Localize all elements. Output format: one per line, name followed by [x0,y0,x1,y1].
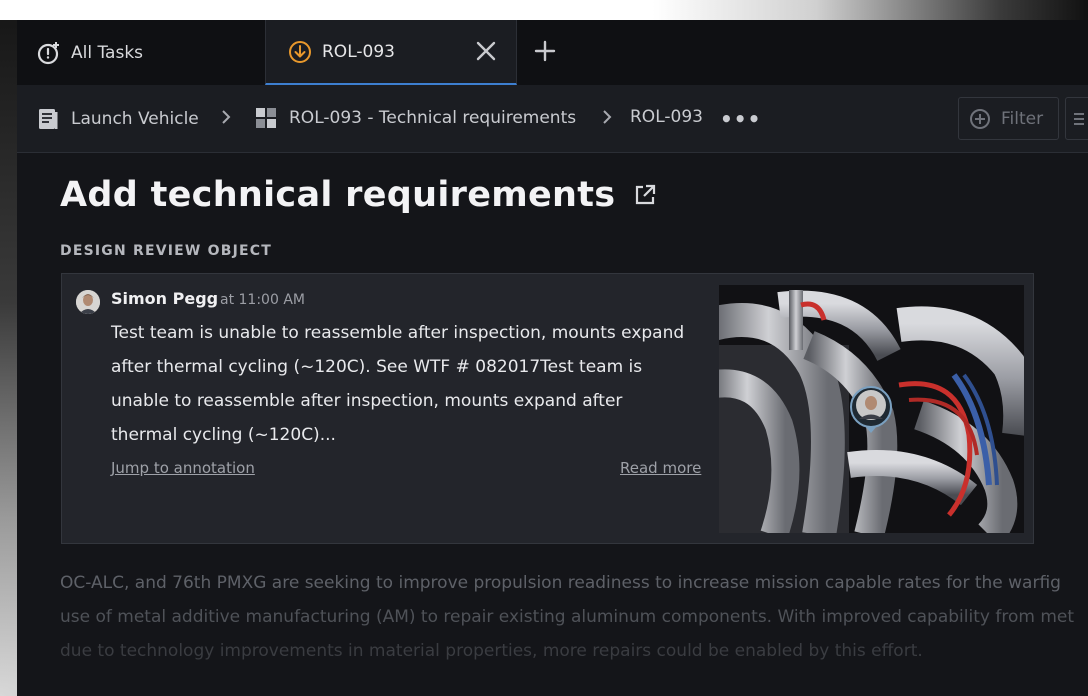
description-line: due to technology improvements in materi… [60,641,923,661]
tab-rol-093[interactable]: ROL-093 [265,20,517,85]
design-review-card: Simon Pegg at 11:00 AM Test team is unab… [61,273,1034,544]
jump-to-annotation-link[interactable]: Jump to annotation [111,459,255,477]
breadcrumb-item-technical-requirements[interactable]: ROL-093 - Technical requirements [255,107,576,129]
more-icon[interactable]: ••• [720,107,761,131]
comment-line: thermal cycling (~120C)... [111,425,336,445]
breadcrumb-label: ROL-093 - Technical requirements [289,108,577,128]
external-link-icon[interactable] [633,183,657,207]
comment-time: at 11:00 AM [220,292,305,308]
filter-label: Filter [1001,108,1044,129]
read-more-link[interactable]: Read more [620,459,701,477]
description-line: use of metal additive manufacturing (AM)… [60,607,1075,627]
breadcrumb: Launch Vehicle ROL-093 - Technical requi… [17,85,1088,153]
add-circle-icon [969,108,991,130]
breadcrumb-item-launch-vehicle[interactable]: Launch Vehicle [37,107,199,131]
section-label: DESIGN REVIEW OBJECT [60,243,272,259]
list-icon [1074,113,1084,115]
engine-render-image [719,285,1024,533]
breadcrumb-label: Launch Vehicle [71,109,199,129]
avatar [76,290,100,314]
tab-all-tasks-label: All Tasks [71,42,144,63]
chevron-right-icon [601,107,613,132]
engine-model-thumbnail[interactable] [719,285,1024,533]
grid-icon [255,107,277,129]
filter-button[interactable]: Filter [958,97,1059,140]
tab-all-tasks[interactable]: All Tasks [17,20,265,85]
plus-icon[interactable] [534,40,556,66]
description-line: OC-ALC, and 76th PMXG are seeking to imp… [60,573,1061,593]
page-title-text: Add technical requirements [60,175,616,215]
clock-plus-icon [37,41,61,65]
comment-line: unable to reassemble after inspection, m… [111,391,623,411]
tab-bar: All Tasks ROL-093 [17,20,1088,85]
breadcrumb-label: ROL-093 [630,107,703,127]
comment-body: Test team is unable to reassemble after … [111,316,711,452]
list-options-button[interactable] [1065,97,1088,140]
description-paragraph: OC-ALC, and 76th PMXG are seeking to imp… [60,566,1088,668]
breadcrumb-item-rol-093[interactable]: ROL-093 [630,107,703,127]
document-icon [37,107,59,131]
close-icon[interactable] [476,41,496,66]
chevron-right-icon [220,107,232,132]
app-window: All Tasks ROL-093 Launch Vehicle ROL-093… [17,20,1088,696]
tab-rol-093-label: ROL-093 [322,41,395,62]
comment-line: after thermal cycling (~120C). See WTF #… [111,357,643,377]
comment-line: Test team is unable to reassemble after … [111,323,685,343]
download-circle-icon [288,40,312,64]
comment-author: Simon Pegg [111,289,219,308]
page-title: Add technical requirements [60,175,657,215]
screen-background-top [0,0,1088,20]
